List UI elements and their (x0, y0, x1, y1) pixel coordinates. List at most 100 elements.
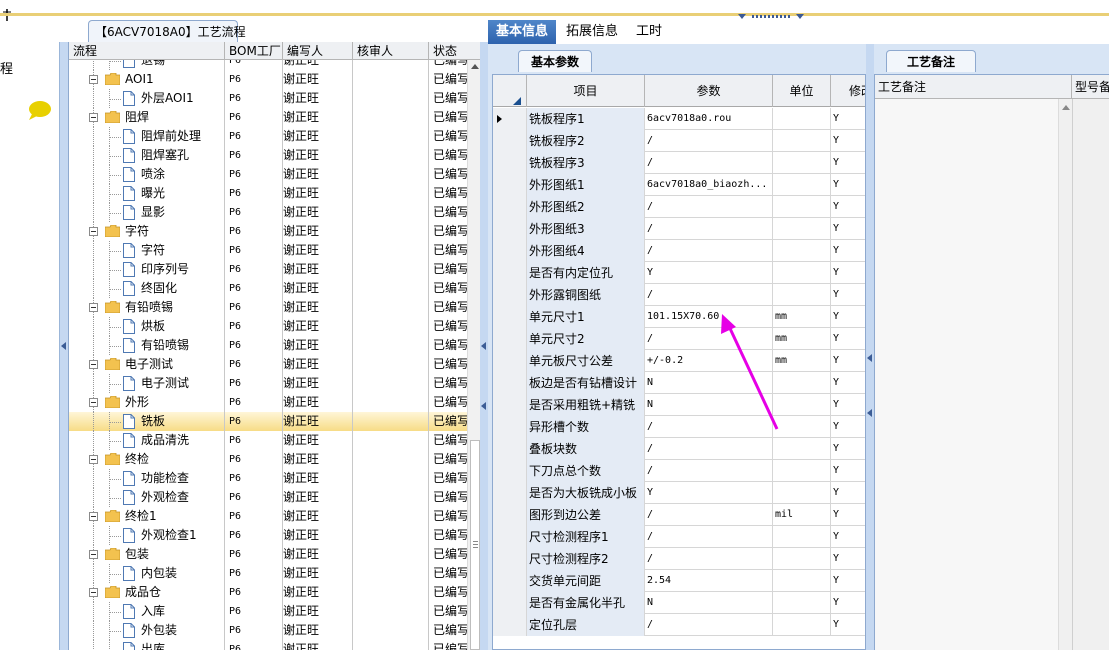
tree-row[interactable]: 退锡 P6 谢正旺 已编写 (69, 60, 467, 70)
col-header-reviewer[interactable]: 核审人 (353, 42, 429, 60)
param-unit-cell[interactable] (773, 174, 831, 196)
param-row[interactable]: 铣板程序2/ Y (493, 130, 865, 152)
param-modify-cell[interactable]: Y (831, 416, 865, 438)
row-indicator[interactable] (493, 174, 527, 196)
tree-folder-row[interactable]: 阻焊 P6 谢正旺 已编写 (69, 108, 467, 127)
collapse-tree-icon[interactable] (481, 342, 486, 350)
param-value-cell[interactable]: N (645, 394, 773, 416)
tree-folder-row[interactable]: 外形 P6 谢正旺 已编写 (69, 393, 467, 412)
select-all-icon[interactable] (513, 97, 521, 105)
param-value-cell[interactable]: 101.15X70.60 (645, 306, 773, 328)
tree-row[interactable]: 印序列号 P6 谢正旺 已编写 (69, 260, 467, 279)
row-indicator[interactable] (493, 416, 527, 438)
param-row[interactable]: 是否采用粗铣+精铣 N Y (493, 394, 865, 416)
tab-basic-info[interactable]: 基本信息 (488, 20, 557, 44)
tree-row[interactable]: 烘板 P6 谢正旺 已编写 (69, 317, 467, 336)
tree-node[interactable]: 有铅喷锡 (69, 298, 225, 317)
param-modify-cell[interactable]: Y (831, 570, 865, 592)
tree-node[interactable]: 字符 (69, 222, 225, 241)
param-row[interactable]: 板边是否有钻槽设计 N Y (493, 372, 865, 394)
param-row[interactable]: 单元板尺寸公差 +/-0.2 mm Y (493, 350, 865, 372)
param-row[interactable]: 外形图纸1 6acv7018a0_biaozh... Y (493, 174, 865, 196)
param-row[interactable]: 外形图纸2/ Y (493, 196, 865, 218)
tree-row[interactable]: 字符 P6 谢正旺 已编写 (69, 241, 467, 260)
tree-node[interactable]: 阻焊塞孔 (69, 146, 225, 165)
param-unit-cell[interactable] (773, 108, 831, 130)
param-row[interactable]: 铣板程序1 6acv7018a0.rou Y (493, 108, 865, 130)
collapse-toggle-icon[interactable] (89, 360, 98, 369)
row-indicator[interactable] (493, 152, 527, 174)
tree-node[interactable]: 成品清洗 (69, 431, 225, 450)
collapse-tree-icon[interactable] (481, 402, 486, 410)
tree-row[interactable]: 外层AOI1 P6 谢正旺 已编写 (69, 89, 467, 108)
param-unit-cell[interactable] (773, 482, 831, 504)
param-value-cell[interactable]: +/-0.2 (645, 350, 773, 372)
tree-row[interactable]: 曝光 P6 谢正旺 已编写 (69, 184, 467, 203)
tree-node[interactable]: 字符 (69, 241, 225, 260)
param-row[interactable]: 是否有金属化半孔 N Y (493, 592, 865, 614)
tree-row[interactable]: 阻焊塞孔 P6 谢正旺 已编写 (69, 146, 467, 165)
tree-row[interactable]: 成品清洗 P6 谢正旺 已编写 (69, 431, 467, 450)
param-unit-cell[interactable] (773, 218, 831, 240)
param-value-cell[interactable]: 2.54 (645, 570, 773, 592)
scroll-thumb[interactable] (470, 440, 480, 650)
tree-node[interactable]: 出库 (69, 640, 225, 650)
tree-node[interactable]: 显影 (69, 203, 225, 222)
col-header-process-note[interactable]: 工艺备注 (875, 75, 1072, 99)
row-indicator[interactable] (493, 306, 527, 328)
param-modify-cell[interactable]: Y (831, 438, 865, 460)
tree-row[interactable]: 喷涂 P6 谢正旺 已编写 (69, 165, 467, 184)
row-indicator[interactable] (493, 548, 527, 570)
row-indicator[interactable] (493, 570, 527, 592)
param-value-cell[interactable]: 6acv7018a0.rou (645, 108, 773, 130)
param-unit-cell[interactable] (773, 526, 831, 548)
tree-node[interactable]: 终固化 (69, 279, 225, 298)
tree-node[interactable]: 退锡 (69, 60, 225, 70)
collapse-toggle-icon[interactable] (89, 455, 98, 464)
param-row[interactable]: 外形图纸4/ Y (493, 240, 865, 262)
param-value-cell[interactable]: Y (645, 262, 773, 284)
param-value-cell[interactable]: / (645, 152, 773, 174)
process-note-textarea[interactable] (875, 99, 1071, 650)
param-unit-cell[interactable]: mil (773, 504, 831, 526)
row-indicator[interactable] (493, 218, 527, 240)
tree-node[interactable]: 包装 (69, 545, 225, 564)
tree-node[interactable]: 功能检查 (69, 469, 225, 488)
tree-scrollbar[interactable] (467, 60, 481, 650)
param-value-cell[interactable]: Y (645, 482, 773, 504)
param-modify-cell[interactable]: Y (831, 174, 865, 196)
param-unit-cell[interactable] (773, 592, 831, 614)
tree-node[interactable]: 外层AOI1 (69, 89, 225, 108)
collapse-left-icon[interactable] (61, 342, 66, 350)
param-unit-cell[interactable] (773, 130, 831, 152)
collapse-toggle-icon[interactable] (89, 550, 98, 559)
col-header-model-note[interactable]: 型号备注 (1072, 75, 1109, 99)
tree-node[interactable]: 阻焊前处理 (69, 127, 225, 146)
collapse-toggle-icon[interactable] (89, 227, 98, 236)
chat-bubble-icon[interactable] (26, 100, 52, 120)
param-value-cell[interactable]: / (645, 328, 773, 350)
row-indicator[interactable] (493, 130, 527, 152)
tab-process-notes[interactable]: 工艺备注 (886, 50, 976, 72)
row-indicator[interactable] (493, 284, 527, 306)
param-modify-cell[interactable]: Y (831, 240, 865, 262)
tree-folder-row[interactable]: 电子测试 P6 谢正旺 已编写 (69, 355, 467, 374)
param-modify-cell[interactable]: Y (831, 526, 865, 548)
notes-scrollbar[interactable] (1058, 99, 1072, 650)
param-row[interactable]: 是否有内定位孔 Y Y (493, 262, 865, 284)
param-row[interactable]: 图形到边公差 / mil Y (493, 504, 865, 526)
collapse-params-icon[interactable] (867, 409, 872, 417)
param-value-cell[interactable]: / (645, 284, 773, 306)
tab-basic-params[interactable]: 基本参数 (518, 50, 593, 72)
param-modify-cell[interactable]: Y (831, 284, 865, 306)
param-row[interactable]: 异形槽个数 / Y (493, 416, 865, 438)
param-modify-cell[interactable]: Y (831, 548, 865, 570)
param-value-cell[interactable]: / (645, 218, 773, 240)
param-modify-cell[interactable]: Y (831, 218, 865, 240)
model-note-textarea[interactable] (1072, 99, 1109, 650)
col-header-process[interactable]: 流程 (69, 42, 225, 60)
param-value-cell[interactable]: / (645, 614, 773, 636)
row-indicator[interactable] (493, 614, 527, 636)
param-row[interactable]: 定位孔层 / Y (493, 614, 865, 636)
tab-extended-info[interactable]: 拓展信息 (558, 20, 626, 44)
